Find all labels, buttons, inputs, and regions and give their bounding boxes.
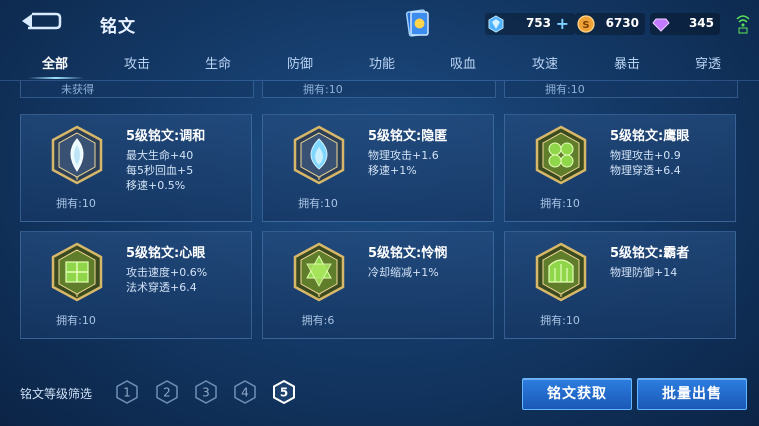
level-filter-text: 4 [241,386,249,400]
bulk-sell-button[interactable]: 批量出售 [637,378,747,410]
mind-eye-rune-icon: V [51,242,103,302]
level-filter-text: 5 [280,386,288,400]
hawkeye-rune-icon: V [535,125,587,185]
rune-card-partial[interactable]: 拥有:10 [504,81,738,98]
rune-name: 5级铭文:鹰眼 [610,129,690,144]
gold-balance: S 6730 [575,13,645,35]
tab-attack[interactable]: 攻击 [107,53,167,72]
rune-owned-count: 未获得 [61,83,94,96]
level-filter-text: 1 [123,386,131,400]
rune-attributes: 物理攻击+0.9 物理穿透+6.4 [610,148,681,178]
rune-name: 5级铭文:霸者 [610,246,690,261]
tab-defense[interactable]: 防御 [270,53,330,72]
gem-balance: 345 [650,13,720,35]
level-filter-2[interactable]: 2 [155,380,179,404]
rune-owned-count: 拥有:10 [545,83,585,96]
diamond-balance: 753 + [485,13,575,35]
rune-card-overlord[interactable]: V 拥有:10 5级铭文:霸者 物理防御+14 [504,231,736,339]
harmony-rune-icon: V [51,125,103,185]
rune-attributes: 攻击速度+0.6% 法术穿透+6.4 [126,265,207,295]
rune-attr: 物理穿透+6.4 [610,164,681,177]
rune-owned-count: 拥有:10 [298,197,338,210]
level-filter-3[interactable]: 3 [194,380,218,404]
rune-owned-count: 拥有:10 [540,197,580,210]
rune-attr: 物理防御+14 [610,266,678,279]
tab-lifesteal[interactable]: 吸血 [433,53,493,72]
rune-card-partial[interactable]: 未获得 [20,81,254,98]
overlord-rune-icon: V [535,242,587,302]
rune-owned-count: 拥有:10 [303,83,343,96]
rune-attr: 每5秒回血+5 [126,164,194,177]
rune-owned-count: 拥有:6 [301,314,335,327]
purple-gem-icon [652,18,670,32]
level-filter-text: 2 [163,386,171,400]
active-tab-indicator [28,77,84,79]
top-bar: 铭文 753 + S 6730 345 [0,0,759,46]
rune-attributes: 物理防御+14 [610,265,677,280]
gold-coin-icon: S [577,15,595,33]
gem-count: 345 [688,16,714,30]
rune-attributes: 冷却缩减+1% [368,265,439,280]
rune-owned-count: 拥有:10 [56,314,96,327]
rune-acquire-button[interactable]: 铭文获取 [522,378,632,410]
rune-name: 5级铭文:调和 [126,129,206,144]
tab-utility[interactable]: 功能 [352,53,412,72]
rune-owned-count: 拥有:10 [540,314,580,327]
rune-attr: 最大生命+40 [126,149,194,162]
rune-card-hawkeye[interactable]: V 拥有:10 5级铭文:鹰眼 物理攻击+0.9 物理穿透+6.4 [504,114,736,222]
rune-card-partial[interactable]: 拥有:10 [262,81,496,98]
level-filter-5[interactable]: 5 [272,380,296,404]
mercy-rune-icon: V [293,242,345,302]
card-deck-icon[interactable] [405,8,431,38]
rune-card-stealth[interactable]: V 拥有:10 5级铭文:隐匿 物理攻击+1.6 移速+1% [262,114,494,222]
rune-owned-count: 拥有:10 [56,197,96,210]
rune-name: 5级铭文:心眼 [126,246,206,261]
gold-count: 6730 [605,16,639,30]
back-arrow-icon[interactable] [20,10,64,32]
rune-name: 5级铭文:隐匿 [368,129,448,144]
diamond-count: 753 [525,16,551,30]
stealth-rune-icon: V [293,125,345,185]
rune-attr: 攻击速度+0.6% [126,266,208,279]
rune-attr: 物理攻击+0.9 [610,149,681,162]
svg-text:S: S [582,20,589,31]
rune-attr: 移速+1% [368,164,417,177]
tab-critical[interactable]: 暴击 [597,53,657,72]
add-diamond-button[interactable]: + [556,14,569,33]
wifi-signal-icon [736,15,750,34]
level-filter-label: 铭文等级筛选 [20,387,93,401]
rune-name: 5级铭文:怜悯 [368,246,448,261]
page-title: 铭文 [100,17,136,37]
tab-penetration[interactable]: 穿透 [678,53,738,72]
rune-card-mercy[interactable]: V 拥有:6 5级铭文:怜悯 冷却缩减+1% [262,231,494,339]
rune-attr: 冷却缩减+1% [368,266,439,279]
tab-attack-speed[interactable]: 攻速 [515,53,575,72]
level-filter-4[interactable]: 4 [233,380,257,404]
rune-attributes: 最大生命+40 每5秒回血+5 移速+0.5% [126,148,193,193]
tab-health[interactable]: 生命 [188,53,248,72]
level-filter-text: 3 [202,386,210,400]
category-tabs: 全部 攻击 生命 防御 功能 吸血 攻速 暴击 穿透 [0,48,759,78]
rune-attr: 物理攻击+1.6 [368,149,439,162]
rune-attr: 移速+0.5% [126,179,186,192]
rune-card-mind-eye[interactable]: V 拥有:10 5级铭文:心眼 攻击速度+0.6% 法术穿透+6.4 [20,231,252,339]
rune-attributes: 物理攻击+1.6 移速+1% [368,148,439,178]
rune-attr: 法术穿透+6.4 [126,281,197,294]
rune-card-harmony[interactable]: V 拥有:10 5级铭文:调和 最大生命+40 每5秒回血+5 移速+0.5% [20,114,252,222]
rune-list[interactable]: 未获得 拥有:10 拥有:10 V 拥有:10 5级铭文:调和 最大生命+40 … [0,81,759,371]
level-filter-1[interactable]: 1 [115,380,139,404]
diamond-icon [488,15,504,33]
tab-all[interactable]: 全部 [25,53,85,72]
